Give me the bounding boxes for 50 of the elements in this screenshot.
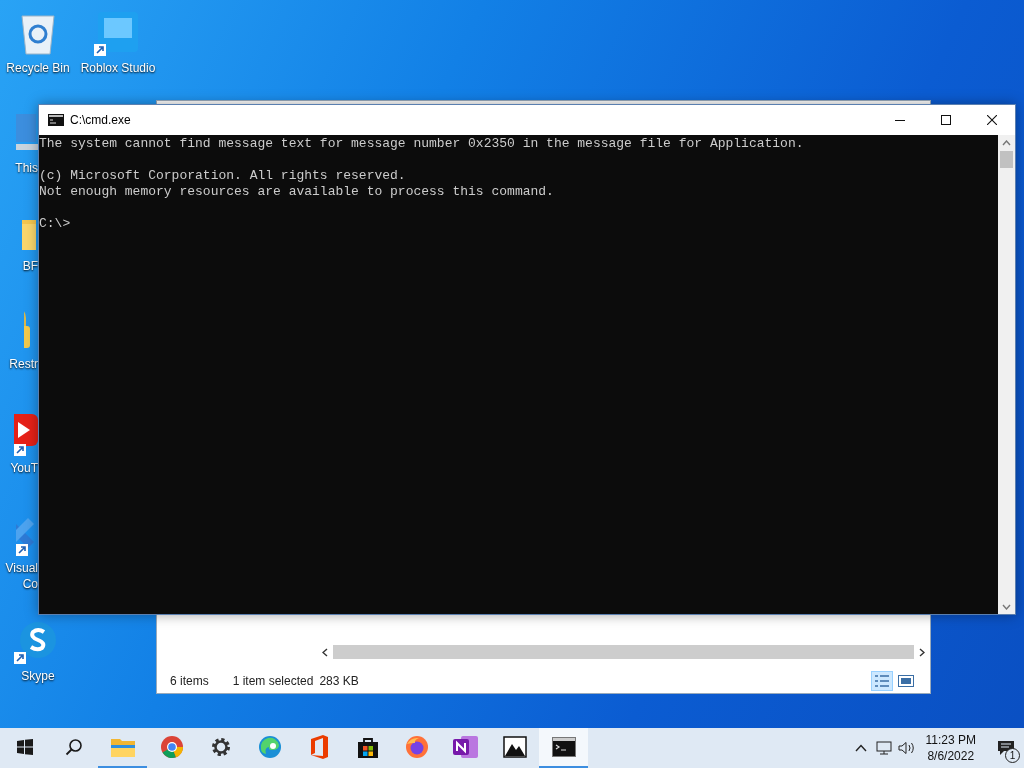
icon-label: Visual xyxy=(5,560,38,576)
folder-icon xyxy=(110,737,135,757)
status-text: 283 KB xyxy=(319,673,359,690)
chevron-right-icon xyxy=(919,647,925,657)
terminal-taskbar-button[interactable] xyxy=(539,728,588,768)
clock[interactable]: 11:23 PM 8/6/2022 xyxy=(925,732,976,764)
status-text: 6 items xyxy=(170,673,209,690)
large-icons-view-icon xyxy=(898,675,914,687)
console-line: Not enough memory resources are available to process this command. xyxy=(39,184,555,200)
landscape-icon xyxy=(502,736,527,758)
window-title: C:\cmd.exe xyxy=(70,112,131,129)
vertical-scrollbar[interactable] xyxy=(998,135,1015,614)
notification-count: 1 xyxy=(1005,748,1020,763)
shopping-bag-icon xyxy=(356,736,379,758)
details-view-icon xyxy=(874,674,890,688)
terminal-icon xyxy=(48,114,64,126)
icon-label: Skype xyxy=(21,668,55,684)
status-text: 1 item selected xyxy=(232,673,314,690)
icon-label: This xyxy=(15,160,38,176)
icon-label: YouT xyxy=(10,460,38,476)
minimize-icon xyxy=(895,119,905,121)
volume-icon[interactable] xyxy=(897,741,916,755)
icon-label: Roblox Studio xyxy=(80,60,156,76)
edge-icon xyxy=(257,735,282,759)
icon-label: Co xyxy=(22,576,38,592)
scroll-up-icon[interactable] xyxy=(1002,140,1011,146)
scroll-down-icon[interactable] xyxy=(1002,604,1011,610)
search-icon xyxy=(64,738,83,756)
onenote-icon xyxy=(452,735,479,759)
chrome-icon xyxy=(159,735,184,759)
chevron-up-icon[interactable] xyxy=(854,744,867,752)
scrollbar-thumb[interactable] xyxy=(1000,151,1013,168)
firefox-icon xyxy=(404,735,429,759)
terminal-icon xyxy=(551,737,576,757)
windows-logo-icon xyxy=(16,739,33,755)
network-icon[interactable] xyxy=(875,741,892,755)
horizontal-scrollbar-thumb[interactable] xyxy=(333,645,914,659)
icon-label: Recycle Bin xyxy=(6,60,70,76)
console-line: (c) Microsoft Corporation. All rights reserved. xyxy=(39,168,407,184)
settings-icon xyxy=(209,736,232,758)
icon-label: BF xyxy=(22,258,38,274)
console-line: The system cannot find message text for message number 0x2350 in the message file for Application. xyxy=(39,136,805,152)
icon-label: Restr xyxy=(9,356,38,372)
chevron-left-icon xyxy=(322,647,328,657)
office-icon xyxy=(308,735,329,759)
maximize-icon xyxy=(941,115,951,125)
console-line: C:\> xyxy=(39,216,72,232)
notification-center-button[interactable]: 1 xyxy=(988,728,1024,768)
details-view-button[interactable] xyxy=(871,671,893,691)
close-icon xyxy=(987,115,997,125)
